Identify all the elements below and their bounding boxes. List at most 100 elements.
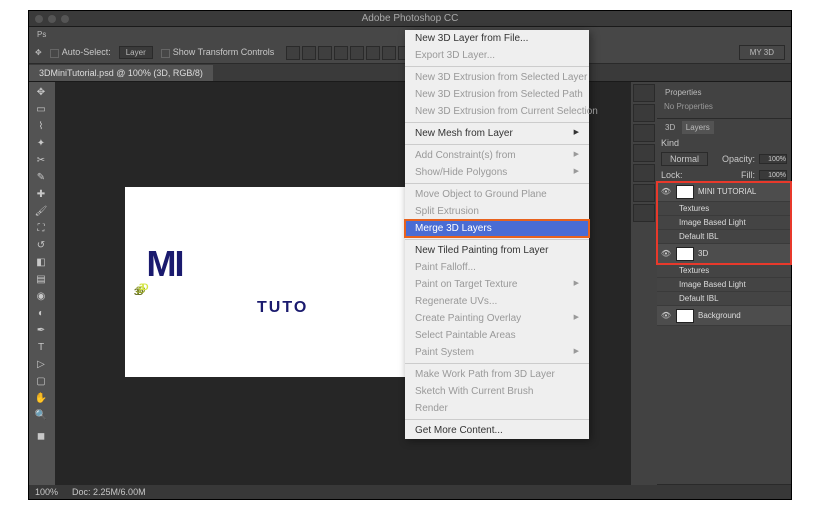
panel-stack: Properties No Properties 3D Layers Kind … — [657, 82, 791, 485]
layer-sub-row[interactable]: Image Based Light — [657, 278, 791, 292]
pen-tool-icon[interactable]: ✒ — [29, 322, 53, 339]
menu-item: Paint System — [405, 344, 589, 361]
doc-size: Doc: 2.25M/6.00M — [72, 487, 146, 497]
layer-sub-row[interactable]: Default IBL — [657, 230, 791, 244]
menu-item: Move Object to Ground Plane — [405, 186, 589, 203]
sub-text: TUTO — [257, 299, 308, 317]
align-icon[interactable] — [286, 46, 300, 60]
align-icon[interactable] — [382, 46, 396, 60]
visibility-icon[interactable]: 👁 — [660, 249, 672, 258]
crop-tool-icon[interactable]: ✂ — [29, 152, 53, 169]
hand-tool-icon[interactable]: ✋ — [29, 390, 53, 407]
eraser-tool-icon[interactable]: ◧ — [29, 254, 53, 271]
toolbox: ✥ ▭ ⌇ ✦ ✂ ✎ ✚ 🖌 ⛶ ↺ ◧ ▤ ◉ ◐ ✒ T ▷ ▢ ✋ 🔍 … — [29, 82, 55, 485]
marquee-tool-icon[interactable]: ▭ — [29, 101, 53, 118]
ps-icon[interactable]: Ps — [34, 30, 49, 39]
panel-icon[interactable] — [633, 164, 655, 182]
auto-select-dropdown[interactable]: Layer — [119, 46, 153, 59]
menu-item[interactable]: New Tiled Painting from Layer — [405, 242, 589, 259]
show-transform-label: Show Transform Controls — [161, 47, 275, 57]
menu-item: Make Work Path from 3D Layer — [405, 366, 589, 383]
dodge-tool-icon[interactable]: ◐ — [29, 305, 53, 322]
swatch-icon[interactable]: ◼ — [29, 424, 53, 448]
lock-label: Lock: — [661, 170, 683, 180]
path-tool-icon[interactable]: ▷ — [29, 356, 53, 373]
menu-item: Split Extrusion — [405, 203, 589, 220]
menu-item: New 3D Extrusion from Selected Layer — [405, 69, 589, 86]
auto-select-checkbox[interactable] — [50, 49, 59, 58]
align-icon[interactable] — [318, 46, 332, 60]
titlebar: Adobe Photoshop CC — [29, 11, 791, 27]
visibility-icon[interactable]: 👁 — [660, 311, 672, 320]
minimize-icon[interactable] — [48, 15, 56, 23]
panel-icon[interactable] — [633, 124, 655, 142]
history-brush-icon[interactable]: ↺ — [29, 237, 53, 254]
menu-separator — [405, 144, 589, 145]
zoom-level[interactable]: 100% — [35, 487, 58, 497]
maximize-icon[interactable] — [61, 15, 69, 23]
move-tool-icon[interactable]: ✥ — [29, 84, 53, 101]
status-bar: 100% Doc: 2.25M/6.00M — [29, 485, 791, 499]
menu-separator — [405, 183, 589, 184]
panel-icon[interactable] — [633, 184, 655, 202]
menu-item[interactable]: New 3D Layer from File... — [405, 30, 589, 47]
menu-item: New 3D Extrusion from Selected Path — [405, 86, 589, 103]
layer-row[interactable]: 👁3D — [657, 244, 791, 264]
wand-tool-icon[interactable]: ✦ — [29, 135, 53, 152]
collapsed-panel-strip — [631, 82, 657, 485]
align-icon[interactable] — [334, 46, 348, 60]
panel-icon[interactable] — [633, 204, 655, 222]
show-transform-checkbox[interactable] — [161, 49, 170, 58]
layers-panel: 3D Layers Kind Normal Opacity: Lock — [657, 119, 791, 485]
layer-sub-row[interactable]: Textures — [657, 264, 791, 278]
document-tab[interactable]: 3DMiniTutorial.psd @ 100% (3D, RGB/8) — [29, 65, 213, 81]
fill-input[interactable] — [759, 170, 787, 180]
layer-row[interactable]: 👁Background — [657, 306, 791, 326]
shape-tool-icon[interactable]: ▢ — [29, 373, 53, 390]
menu-separator — [405, 122, 589, 123]
fill-label: Fill: — [741, 170, 755, 180]
layer-sub-row[interactable]: Image Based Light — [657, 216, 791, 230]
layer-row[interactable]: 👁MINI TUTORIAL — [657, 182, 791, 202]
menu-item[interactable]: Merge 3D Layers — [405, 220, 589, 237]
align-icon[interactable] — [302, 46, 316, 60]
menu-item[interactable]: Get More Content... — [405, 422, 589, 439]
3d-tab[interactable]: 3D — [661, 121, 679, 134]
gradient-tool-icon[interactable]: ▤ — [29, 271, 53, 288]
menu-separator — [405, 419, 589, 420]
panel-icon[interactable] — [633, 84, 655, 102]
visibility-icon[interactable]: 👁 — [660, 187, 672, 196]
3d-text: 3DMI — [139, 237, 183, 304]
brush-tool-icon[interactable]: 🖌 — [29, 203, 53, 220]
workspace-switcher[interactable]: MY 3D — [739, 45, 785, 60]
panel-icon[interactable] — [633, 144, 655, 162]
close-icon[interactable] — [35, 15, 43, 23]
panel-icon[interactable] — [633, 104, 655, 122]
opacity-input[interactable] — [759, 154, 787, 164]
eyedropper-tool-icon[interactable]: ✎ — [29, 169, 53, 186]
type-tool-icon[interactable]: T — [29, 339, 53, 356]
layer-sub-row[interactable]: Default IBL — [657, 292, 791, 306]
lasso-tool-icon[interactable]: ⌇ — [29, 118, 53, 135]
align-icon[interactable] — [350, 46, 364, 60]
blur-tool-icon[interactable]: ◉ — [29, 288, 53, 305]
properties-panel: Properties No Properties — [657, 82, 791, 119]
heal-tool-icon[interactable]: ✚ — [29, 186, 53, 203]
menu-item: Paint on Target Texture — [405, 276, 589, 293]
document-canvas[interactable]: 3DMI TUTO — [125, 187, 425, 377]
layer-thumb-icon — [676, 309, 694, 323]
auto-select-label: Auto-Select: — [50, 47, 111, 57]
layers-tab[interactable]: Layers — [682, 121, 714, 134]
menu-separator — [405, 363, 589, 364]
menu-item[interactable]: New Mesh from Layer — [405, 125, 589, 142]
properties-tab[interactable]: Properties — [661, 86, 705, 99]
kind-label: Kind — [661, 138, 679, 148]
align-icon[interactable] — [366, 46, 380, 60]
properties-body: No Properties — [661, 99, 787, 114]
stamp-tool-icon[interactable]: ⛶ — [29, 220, 53, 237]
zoom-tool-icon[interactable]: 🔍 — [29, 407, 53, 424]
menu-item: Sketch With Current Brush — [405, 383, 589, 400]
3d-menu-dropdown: New 3D Layer from File...Export 3D Layer… — [405, 30, 589, 439]
blend-mode[interactable]: Normal — [661, 152, 708, 166]
layer-sub-row[interactable]: Textures — [657, 202, 791, 216]
